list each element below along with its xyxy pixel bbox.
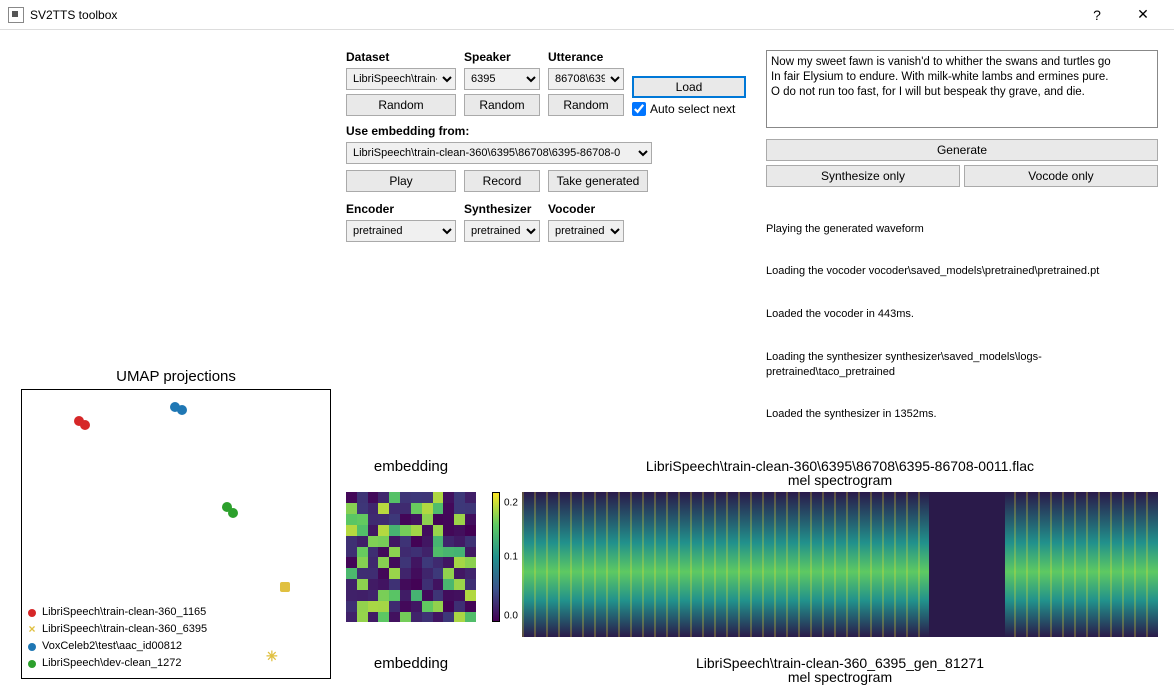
mel-spectrogram-label: mel spectrogram [522, 472, 1158, 488]
legend-label: LibriSpeech\train-clean-360_1165 [42, 604, 206, 621]
speaker-random-button[interactable]: Random [464, 94, 540, 116]
embedding-title: embedding [346, 458, 476, 475]
umap-point: ✳ [266, 648, 278, 665]
dataset-select[interactable]: LibriSpeech\train-cle [346, 68, 456, 90]
close-button[interactable]: ✕ [1120, 0, 1166, 30]
record-button[interactable]: Record [464, 170, 540, 192]
embedding-heatmap-source [346, 492, 476, 622]
utterance-random-button[interactable]: Random [548, 94, 624, 116]
log-output: Playing the generated waveform Loading t… [766, 193, 1158, 450]
load-button[interactable]: Load [632, 76, 746, 98]
app-icon [8, 7, 24, 23]
utterance-select[interactable]: 86708\6395 [548, 68, 624, 90]
utterance-label: Utterance [548, 50, 624, 64]
help-button[interactable]: ? [1074, 0, 1120, 30]
umap-plot: ✳ LibriSpeech\train-clean-360_1165 ×Libr… [21, 389, 331, 679]
mel-spectrogram-label: mel spectrogram [522, 669, 1158, 685]
synthesize-only-button[interactable]: Synthesize only [766, 165, 960, 187]
window-title: SV2TTS toolbox [30, 8, 117, 22]
generate-button[interactable]: Generate [766, 139, 1158, 161]
speaker-select[interactable]: 6395 [464, 68, 540, 90]
encoder-label: Encoder [346, 202, 456, 216]
legend-label: LibriSpeech\dev-clean_1272 [42, 655, 181, 672]
umap-point [80, 420, 90, 430]
auto-select-next-checkbox[interactable]: Auto select next [632, 102, 746, 116]
umap-legend: LibriSpeech\train-clean-360_1165 ×LibriS… [28, 604, 207, 672]
colorbar: 0.2 0.1 0.0 [492, 492, 512, 622]
embedding-title: embedding [346, 655, 476, 672]
encoder-select[interactable]: pretrained [346, 220, 456, 242]
speaker-label: Speaker [464, 50, 540, 64]
vocoder-select[interactable]: pretrained [548, 220, 624, 242]
vocode-only-button[interactable]: Vocode only [964, 165, 1158, 187]
umap-title: UMAP projections [116, 368, 236, 385]
synthesizer-select[interactable]: pretrained [464, 220, 540, 242]
titlebar: SV2TTS toolbox ? ✕ [0, 0, 1174, 30]
take-generated-button[interactable]: Take generated [548, 170, 648, 192]
use-embedding-select[interactable]: LibriSpeech\train-clean-360\6395\86708\6… [346, 142, 652, 164]
text-input[interactable] [766, 50, 1158, 128]
umap-point [177, 405, 187, 415]
mel-spectrogram-source [522, 492, 1158, 637]
play-button[interactable]: Play [346, 170, 456, 192]
dataset-label: Dataset [346, 50, 456, 64]
umap-point [280, 582, 290, 592]
use-embedding-label: Use embedding from: [346, 124, 746, 138]
legend-label: LibriSpeech\train-clean-360_6395 [42, 621, 207, 638]
vocoder-label: Vocoder [548, 202, 624, 216]
legend-label: VoxCeleb2\test\aac_id00812 [42, 638, 182, 655]
umap-point [228, 508, 238, 518]
synthesizer-label: Synthesizer [464, 202, 540, 216]
dataset-random-button[interactable]: Random [346, 94, 456, 116]
